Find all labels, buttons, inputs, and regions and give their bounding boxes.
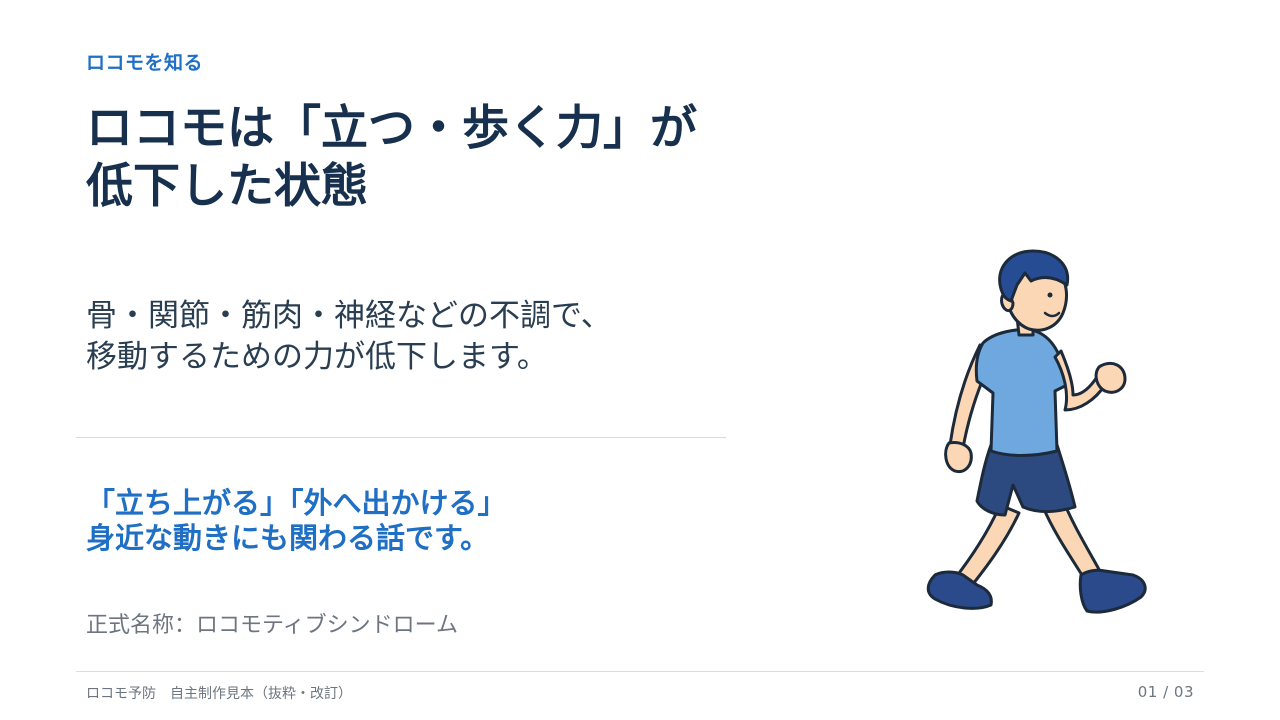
highlight-line-1: 「立ち上がる」「外へ出かける」 — [86, 486, 507, 520]
section-divider — [76, 437, 726, 438]
footer-source: ロコモ予防 自主制作見本（抜粋・改訂） — [86, 686, 352, 702]
walking-man-illustration — [905, 245, 1165, 625]
highlight-text: 「立ち上がる」「外へ出かける」 身近な動きにも関わる話です。 — [86, 486, 726, 556]
walking-man-svg — [926, 249, 1147, 614]
title-line-2: 低下した状態 — [86, 159, 368, 214]
lead-line-2: 移動するための力が低下します。 — [86, 339, 548, 375]
slide: ロコモを知る ロコモは「立つ・歩く力」が 低下した状態 骨・関節・筋肉・神経など… — [0, 0, 1280, 720]
page-title: ロコモは「立つ・歩く力」が 低下した状態 — [86, 100, 746, 216]
footer-divider — [76, 671, 1204, 672]
lead-line-1: 骨・関節・筋肉・神経などの不調で、 — [86, 298, 612, 334]
lead-text: 骨・関節・筋肉・神経などの不調で、 移動するための力が低下します。 — [86, 296, 726, 378]
page-number: 01 / 03 — [1137, 683, 1194, 701]
title-line-1: ロコモは「立つ・歩く力」が — [86, 101, 697, 156]
highlight-line-2: 身近な動きにも関わる話です。 — [86, 521, 490, 555]
formal-name: 正式名称：ロコモティブシンドローム — [86, 613, 459, 638]
section-eyebrow: ロコモを知る — [86, 52, 204, 74]
